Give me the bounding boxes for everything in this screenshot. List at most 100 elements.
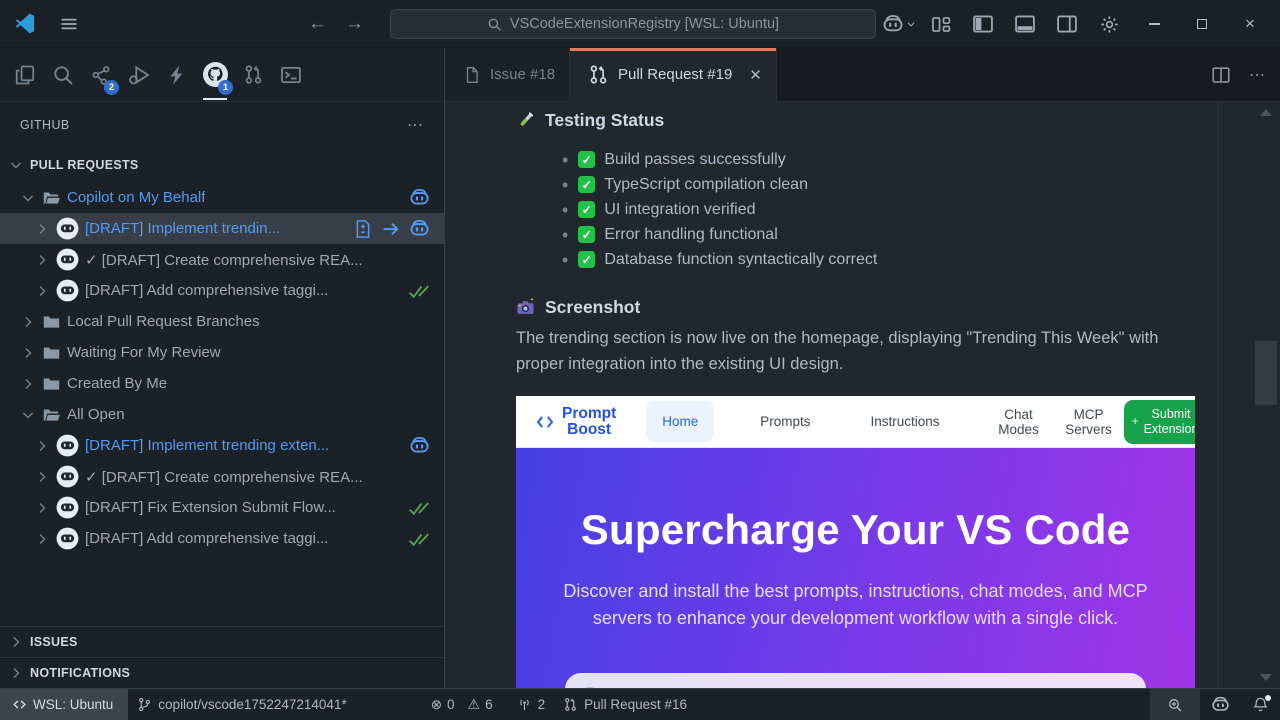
chevron-right-icon[interactable] <box>20 345 36 361</box>
site-search-input[interactable]: Search extensions, prompts, instructions… <box>565 673 1146 688</box>
pull-request-icon <box>563 697 578 712</box>
sidebar-view-title: GITHUB <box>20 118 70 132</box>
tree-item[interactable]: All Open <box>0 399 444 430</box>
close-tab-icon[interactable]: ✕ <box>749 66 762 84</box>
editor-more-actions-icon[interactable]: ⋯ <box>1249 65 1266 85</box>
toggle-primary-sidebar-icon[interactable] <box>966 7 1000 41</box>
tree-item-label: Waiting For My Review <box>67 344 221 361</box>
activity-pull-request-button[interactable] <box>234 48 272 102</box>
menu-icon[interactable] <box>59 14 79 34</box>
tree-item[interactable]: Local Pull Request Branches <box>0 306 444 337</box>
status-pull-request[interactable]: Pull Request #16 <box>554 689 696 720</box>
chevron-right-icon[interactable] <box>34 438 50 454</box>
tree-item[interactable]: Copilot on My Behalf <box>0 182 444 213</box>
scrollbar-thumb[interactable] <box>1255 341 1277 405</box>
tree-item[interactable]: ✓ [DRAFT] Create comprehensive REA... <box>0 244 444 275</box>
tree-item[interactable]: Created By Me <box>0 368 444 399</box>
minimize-button[interactable] <box>1134 0 1174 48</box>
section-label: ISSUES <box>30 635 78 649</box>
bullet: • <box>562 151 568 169</box>
notifications-bell[interactable] <box>1241 689 1280 720</box>
close-window-button[interactable]: × <box>1230 0 1270 48</box>
ports-indicator[interactable]: 2 <box>508 689 555 720</box>
pr-description-webview: Testing Status •✓Build passes successful… <box>445 102 1280 688</box>
plus-icon: + <box>1132 414 1139 429</box>
chevron-right-icon[interactable] <box>20 376 36 392</box>
split-editor-icon[interactable] <box>1211 65 1231 85</box>
activity-github-button[interactable]: 1 <box>196 48 234 102</box>
tree-item-label: [DRAFT] Add comprehensive taggi... <box>85 282 328 299</box>
activity-terminal-button[interactable] <box>272 48 310 102</box>
checklist-item-label: Database function syntactically correct <box>604 251 877 269</box>
scroll-down-arrow[interactable] <box>1260 674 1272 681</box>
checklist-item-label: Error handling functional <box>604 226 777 244</box>
tree-item[interactable]: ✓ [DRAFT] Create comprehensive REA... <box>0 461 444 492</box>
command-center[interactable]: VSCodeExtensionRegistry [WSL: Ubuntu] <box>390 9 876 39</box>
copilot-status[interactable] <box>1200 689 1241 720</box>
chevron-right-icon[interactable] <box>34 252 50 268</box>
chevron-right-icon[interactable] <box>34 283 50 299</box>
tab-issue-18[interactable]: Issue #18 <box>445 48 570 101</box>
site-nav-home[interactable]: Home <box>646 401 714 442</box>
toggle-secondary-sidebar-icon[interactable] <box>1050 7 1084 41</box>
maximize-button[interactable] <box>1182 0 1222 48</box>
tree-item[interactable]: [DRAFT] Implement trending exten... <box>0 430 444 461</box>
run-debug-icon <box>128 64 150 86</box>
section-notifications[interactable]: NOTIFICATIONS <box>0 657 444 688</box>
remote-indicator[interactable]: WSL: Ubuntu <box>0 689 128 720</box>
branch-indicator[interactable]: copilot/vscode1752247214041* <box>128 689 355 720</box>
view-more-actions-icon[interactable]: ⋯ <box>407 115 424 135</box>
webview-scroll-divider <box>1218 102 1219 688</box>
site-nav-chat-modes[interactable]: Chat Modes <box>988 403 1050 441</box>
activity-search-button[interactable] <box>44 48 82 102</box>
back-button[interactable]: ← <box>308 13 327 35</box>
warning-icon: ⚠ <box>468 696 481 713</box>
zoom-indicator[interactable] <box>1150 689 1200 720</box>
tree-item[interactable]: [DRAFT] Implement trendin... <box>0 213 444 244</box>
chevron-down-icon[interactable] <box>20 190 36 206</box>
activity-run-debug-button[interactable] <box>120 48 158 102</box>
settings-gear-icon[interactable] <box>1092 7 1126 41</box>
submit-extension-button[interactable]: + Submit Extension <box>1124 400 1195 444</box>
checklist-item: •✓Database function syntactically correc… <box>516 247 1195 272</box>
copilot-menu-button[interactable] <box>882 7 916 41</box>
layout-customize-icon[interactable] <box>924 7 958 41</box>
toggle-panel-icon[interactable] <box>1008 7 1042 41</box>
pull-request-icon <box>243 64 264 85</box>
tree-item[interactable]: Waiting For My Review <box>0 337 444 368</box>
forward-button[interactable]: → <box>345 13 364 35</box>
copilot-icon[interactable] <box>409 435 430 456</box>
activity-explorer-button[interactable] <box>6 48 44 102</box>
copilot-icon[interactable] <box>409 218 430 239</box>
arrow-right-icon[interactable] <box>381 219 401 239</box>
section-pull-requests[interactable]: PULL REQUESTS <box>0 148 444 182</box>
copilot-avatar-icon <box>56 434 79 457</box>
copilot-icon[interactable] <box>409 187 430 208</box>
section-issues[interactable]: ISSUES <box>0 626 444 657</box>
chevron-right-icon[interactable] <box>34 531 50 547</box>
diff-file-icon[interactable] <box>353 219 373 239</box>
tree-item[interactable]: [DRAFT] Add comprehensive taggi... <box>0 523 444 554</box>
checklist-item-label: UI integration verified <box>604 201 755 219</box>
chevron-right-icon[interactable] <box>34 500 50 516</box>
pull-requests-tree: Copilot on My Behalf[DRAFT] Implement tr… <box>0 182 444 554</box>
site-nav-mcp-servers[interactable]: MCP Servers <box>1058 403 1120 441</box>
scroll-up-arrow[interactable] <box>1260 109 1272 116</box>
tab-pull-request-19[interactable]: Pull Request #19✕ <box>570 48 777 102</box>
activity-copilot-flash-button[interactable] <box>158 48 196 102</box>
testing-checklist: •✓Build passes successfully•✓TypeScript … <box>516 147 1195 272</box>
site-logo[interactable]: PromptBoost <box>562 406 616 438</box>
chevron-right-icon[interactable] <box>20 314 36 330</box>
tree-item[interactable]: [DRAFT] Fix Extension Submit Flow... <box>0 492 444 523</box>
chevron-right-icon[interactable] <box>34 221 50 237</box>
tree-item-label: [DRAFT] Implement trending exten... <box>85 437 329 454</box>
checklist-item-label: Build passes successfully <box>604 151 785 169</box>
problems-indicator[interactable]: ⊗ 0 ⚠ 6 <box>422 689 502 720</box>
site-nav-prompts[interactable]: Prompts <box>750 408 820 435</box>
site-nav-instructions[interactable]: Instructions <box>861 408 950 435</box>
tree-item-label: [DRAFT] Add comprehensive taggi... <box>85 530 328 547</box>
activity-source-control-button[interactable]: 2 <box>82 48 120 102</box>
chevron-down-icon[interactable] <box>20 407 36 423</box>
tree-item[interactable]: [DRAFT] Add comprehensive taggi... <box>0 275 444 306</box>
chevron-right-icon[interactable] <box>34 469 50 485</box>
